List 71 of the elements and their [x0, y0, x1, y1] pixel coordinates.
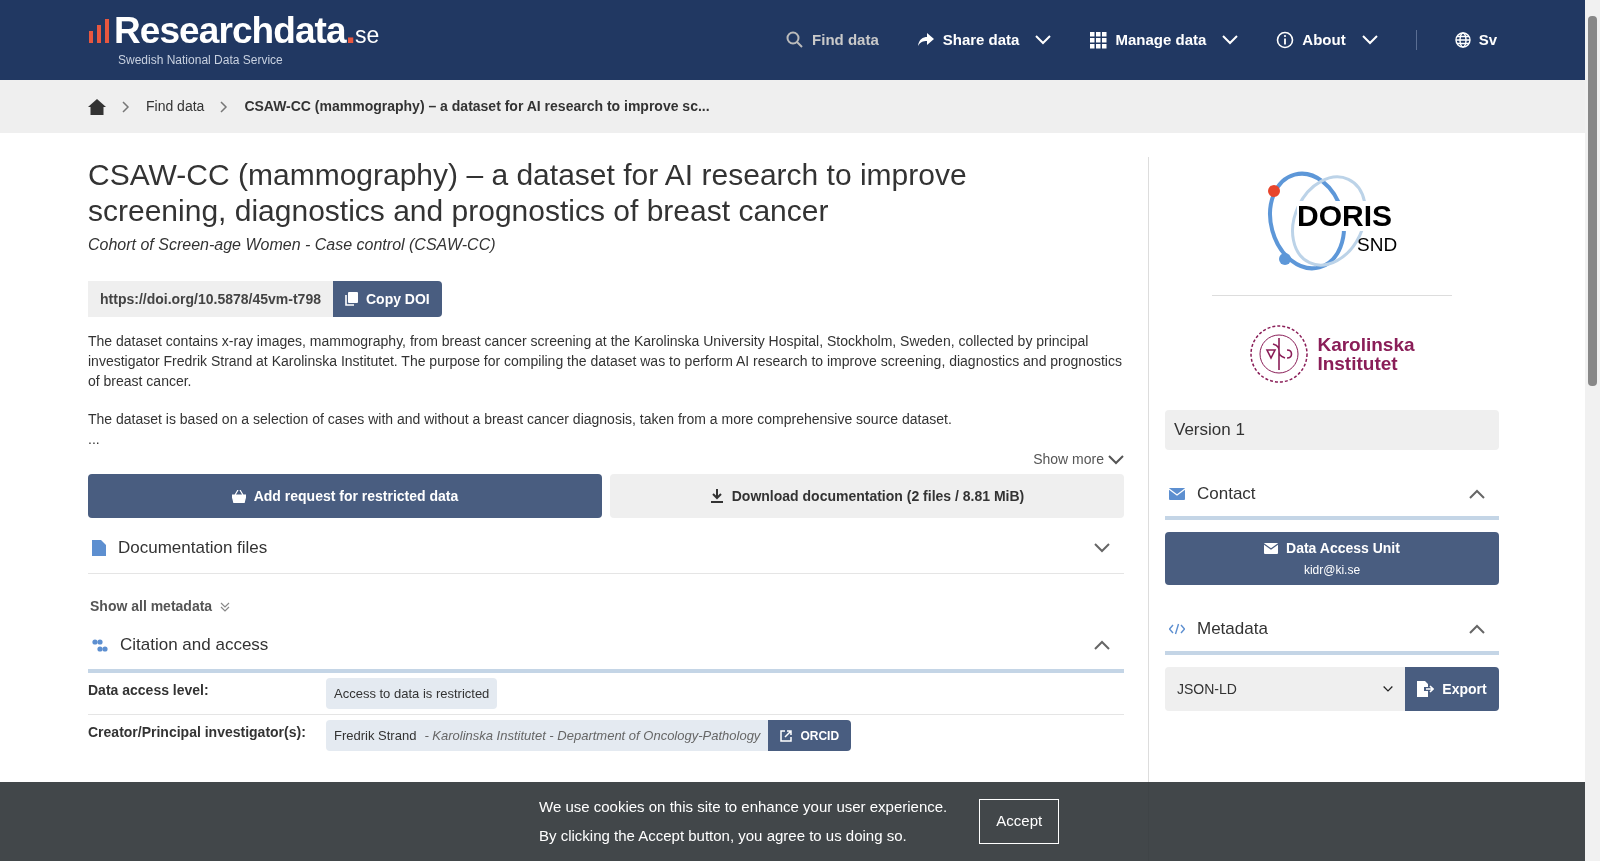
copy-icon	[344, 292, 358, 306]
site-logo-text[interactable]: Researchdata	[114, 11, 346, 49]
format-select[interactable]: JSON-LD	[1165, 667, 1405, 711]
chevron-down-icon	[1383, 684, 1393, 694]
value-tag: Access to data is restricted	[326, 678, 498, 709]
chevron-right-icon	[122, 100, 130, 113]
external-link-icon	[780, 729, 793, 742]
envelope-icon	[1169, 488, 1185, 500]
code-icon	[1169, 623, 1185, 635]
scrollbar[interactable]	[1585, 0, 1600, 861]
logo-text: Karolinska	[1317, 335, 1415, 354]
nav-link[interactable]: Share data	[916, 28, 1052, 52]
chevron-down-icon	[1361, 35, 1378, 45]
chevron-up-icon	[1469, 624, 1485, 634]
download-icon	[709, 489, 724, 503]
cookie-message: By clicking the Accept button, you agree to us doing so.	[539, 825, 908, 846]
chevron-up-icon	[1469, 489, 1485, 499]
doi-text: https://doi.org/10.5878/45vm-t798	[88, 281, 333, 317]
logo-dot: .	[345, 11, 356, 49]
document-icon	[92, 539, 106, 556]
show-more-link[interactable]: Show more	[1033, 449, 1124, 470]
chevron-down-icon	[1035, 35, 1052, 45]
chevron-down-icon	[1108, 454, 1124, 465]
copy-doi-button[interactable]: Copy DOI	[332, 281, 442, 317]
double-chevron-down-icon	[220, 601, 231, 612]
external-link-button[interactable]: ORCID	[768, 720, 852, 751]
logo-suffix: se	[354, 23, 380, 47]
request-button[interactable]: Add request for restricted data	[88, 474, 602, 518]
show-all-metadata-link[interactable]: Show all metadata	[90, 596, 1124, 617]
logo-text: SND	[1357, 235, 1398, 254]
logo-text: DORIS	[1297, 201, 1392, 231]
nav-link[interactable]: Manage data	[1089, 28, 1239, 52]
version-label: Version 1	[1165, 410, 1499, 450]
search-icon	[786, 31, 805, 49]
info-icon	[1276, 31, 1295, 49]
nav-link[interactable]: About	[1276, 28, 1378, 52]
citation-section-header[interactable]: Citation and access	[88, 621, 1124, 673]
chevron-down-icon	[1222, 35, 1239, 45]
globe-icon	[1454, 32, 1471, 48]
field-label: Creator/Principal investigator(s):	[88, 723, 307, 742]
bars-icon	[88, 18, 112, 43]
contact-panel-header[interactable]: Contact	[1165, 472, 1499, 520]
basket-icon	[231, 489, 246, 503]
contact-button[interactable]: Data Access Unit kidr@ki.se	[1165, 532, 1499, 585]
envelope-icon	[1264, 543, 1279, 554]
chevron-right-icon	[220, 100, 229, 113]
breadcrumb-link[interactable]: Find data	[146, 96, 205, 117]
accept-button[interactable]: Accept	[979, 799, 1060, 844]
page-title: CSAW-CC (mammography) – a dataset for AI research to improve screening, diagnostics and prognostics of breast cancer	[88, 157, 968, 229]
grid-icon	[1089, 31, 1108, 49]
chevron-down-icon	[1094, 542, 1110, 553]
language-link[interactable]: Sv	[1454, 28, 1497, 52]
export-button[interactable]: Export	[1405, 667, 1499, 711]
quote-icon	[92, 638, 108, 652]
field-label: Data access level:	[88, 681, 210, 700]
description-paragraph: The dataset is based on a selection of cases with and without a breast cancer diagnosis, taken from a more comprehensive source dataset. ...	[88, 410, 953, 449]
documentation-section-header[interactable]: Documentation files	[88, 522, 1124, 574]
breadcrumb-current: CSAW-CC (mammography) – a dataset for AI research to improve sc...	[244, 97, 710, 116]
chevron-up-icon	[1094, 640, 1110, 650]
metadata-panel-header[interactable]: Metadata	[1165, 607, 1499, 655]
cookie-message: We use cookies on this site to enhance your user experience.	[539, 797, 948, 817]
home-icon[interactable]	[88, 98, 106, 115]
logo-text: Institutet	[1317, 354, 1399, 373]
seal-icon	[1249, 324, 1310, 384]
file-export-icon	[1417, 681, 1435, 697]
description-paragraph: The dataset contains x-ray images, mammography, from breast cancer screening at the Karolinska University Hospital, Stockholm, Sweden, collected by principal investigator Fredrik Strand at Karolinska Institutet. The purpose for compiling the dataset was to perform AI research to improve screening, diagnostics and prognostics of breast cancer.	[88, 332, 1123, 391]
download-button[interactable]: Download documentation (2 files / 8.81 MiB)	[610, 474, 1124, 518]
subtitle: Cohort of Screen-age Women - Case control (CSAW-CC)	[88, 235, 497, 255]
nav-link[interactable]: Find data	[786, 28, 879, 52]
logo-tagline: Swedish National Data Service	[118, 51, 284, 69]
value-tag: Fredrik Strand - Karolinska Institutet - Department of Oncology-Pathology	[326, 720, 769, 751]
